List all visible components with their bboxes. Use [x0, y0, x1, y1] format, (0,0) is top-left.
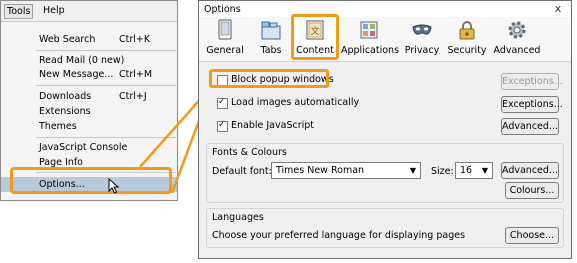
chevron-down-icon: ▼: [409, 166, 416, 175]
enable-javascript-checkbox[interactable]: [217, 120, 228, 132]
advanced-gear-icon: [508, 21, 526, 39]
applications-icon: [360, 21, 378, 39]
javascript-advanced-button[interactable]: Advanced...: [501, 118, 559, 135]
general-icon: [218, 19, 232, 40]
tab-security[interactable]: Security: [446, 17, 488, 61]
content-tab-highlight-box: [291, 14, 339, 60]
fonts-colours-title: Fonts & Colours: [212, 147, 287, 158]
languages-title: Languages: [212, 212, 264, 223]
tab-privacy[interactable]: Privacy: [402, 17, 442, 61]
default-font-select[interactable]: Times New Roman ▼: [271, 162, 421, 179]
font-size-value: 16: [460, 165, 473, 176]
default-font-value: Times New Roman: [276, 165, 365, 176]
tabs-icon: [261, 21, 281, 40]
languages-description: Choose your preferred language for displ…: [212, 230, 466, 241]
popup-highlight-box: [209, 69, 329, 88]
preferences-toolbar: General Tabs 文 Content Applications Priv…: [199, 17, 571, 62]
font-size-select[interactable]: 16 ▼: [455, 162, 493, 179]
enable-javascript-label: Enable JavaScript: [231, 120, 314, 131]
default-font-label: Default font:: [212, 166, 272, 177]
tab-general[interactable]: General: [203, 17, 247, 61]
colours-button[interactable]: Colours...: [505, 182, 559, 199]
popup-exceptions-button[interactable]: Exceptions...: [501, 73, 563, 90]
choose-language-button[interactable]: Choose...: [505, 227, 559, 244]
security-lock-icon: [459, 21, 475, 40]
images-exceptions-button[interactable]: Exceptions...: [501, 96, 563, 113]
tab-label: Privacy: [404, 45, 440, 56]
tab-label: General: [206, 45, 244, 56]
load-images-checkbox[interactable]: [217, 97, 228, 109]
tab-label: Tabs: [260, 45, 282, 56]
chevron-down-icon: ▼: [481, 166, 488, 175]
options-window: Options x General Tabs 文 Content Applica…: [198, 0, 572, 259]
tab-label: Security: [447, 45, 487, 56]
fonts-advanced-button[interactable]: Advanced...: [501, 162, 559, 179]
font-size-label: Size:: [431, 166, 454, 177]
tab-applications[interactable]: Applications: [341, 17, 400, 61]
tab-advanced[interactable]: Advanced: [492, 17, 542, 61]
tab-label: Advanced: [493, 45, 541, 56]
load-images-label: Load images automatically: [231, 97, 360, 108]
tab-label: Applications: [341, 45, 400, 56]
close-icon[interactable]: x: [551, 3, 565, 15]
title-bar: Options x: [199, 1, 571, 17]
tab-tabs[interactable]: Tabs: [251, 17, 291, 61]
privacy-mask-icon: [412, 24, 432, 35]
window-title: Options: [204, 4, 241, 15]
